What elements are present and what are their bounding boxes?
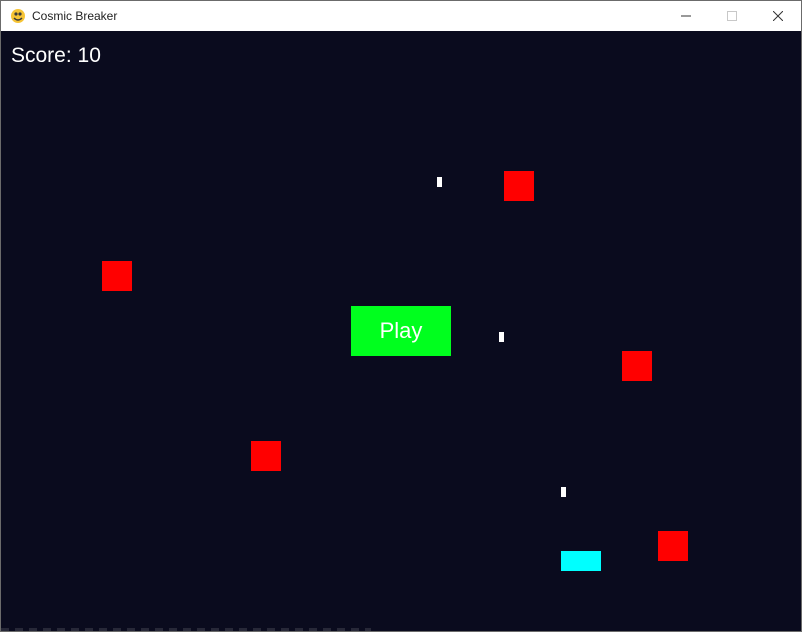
enemy-block xyxy=(622,351,652,381)
bullet xyxy=(561,487,566,497)
maximize-icon xyxy=(727,11,737,21)
score-label: Score: 10 xyxy=(11,44,101,67)
close-button[interactable] xyxy=(755,1,801,31)
enemy-block xyxy=(251,441,281,471)
close-icon xyxy=(773,11,783,21)
minimize-icon xyxy=(681,15,691,17)
game-window: Cosmic Breaker Score: 10 Play xyxy=(0,0,802,632)
bullet xyxy=(499,332,504,342)
maximize-button[interactable] xyxy=(709,1,755,31)
enemy-block xyxy=(504,171,534,201)
play-button[interactable]: Play xyxy=(351,306,451,356)
enemy-block xyxy=(102,261,132,291)
enemy-block xyxy=(658,531,688,561)
bullet xyxy=(437,177,442,187)
title-bar[interactable]: Cosmic Breaker xyxy=(1,1,801,31)
minimize-button[interactable] xyxy=(663,1,709,31)
window-title: Cosmic Breaker xyxy=(32,9,118,23)
player-paddle[interactable] xyxy=(561,551,601,571)
python-snake-icon xyxy=(11,9,25,23)
game-canvas[interactable]: Score: 10 Play xyxy=(1,31,801,631)
bottom-artifact xyxy=(1,628,371,631)
